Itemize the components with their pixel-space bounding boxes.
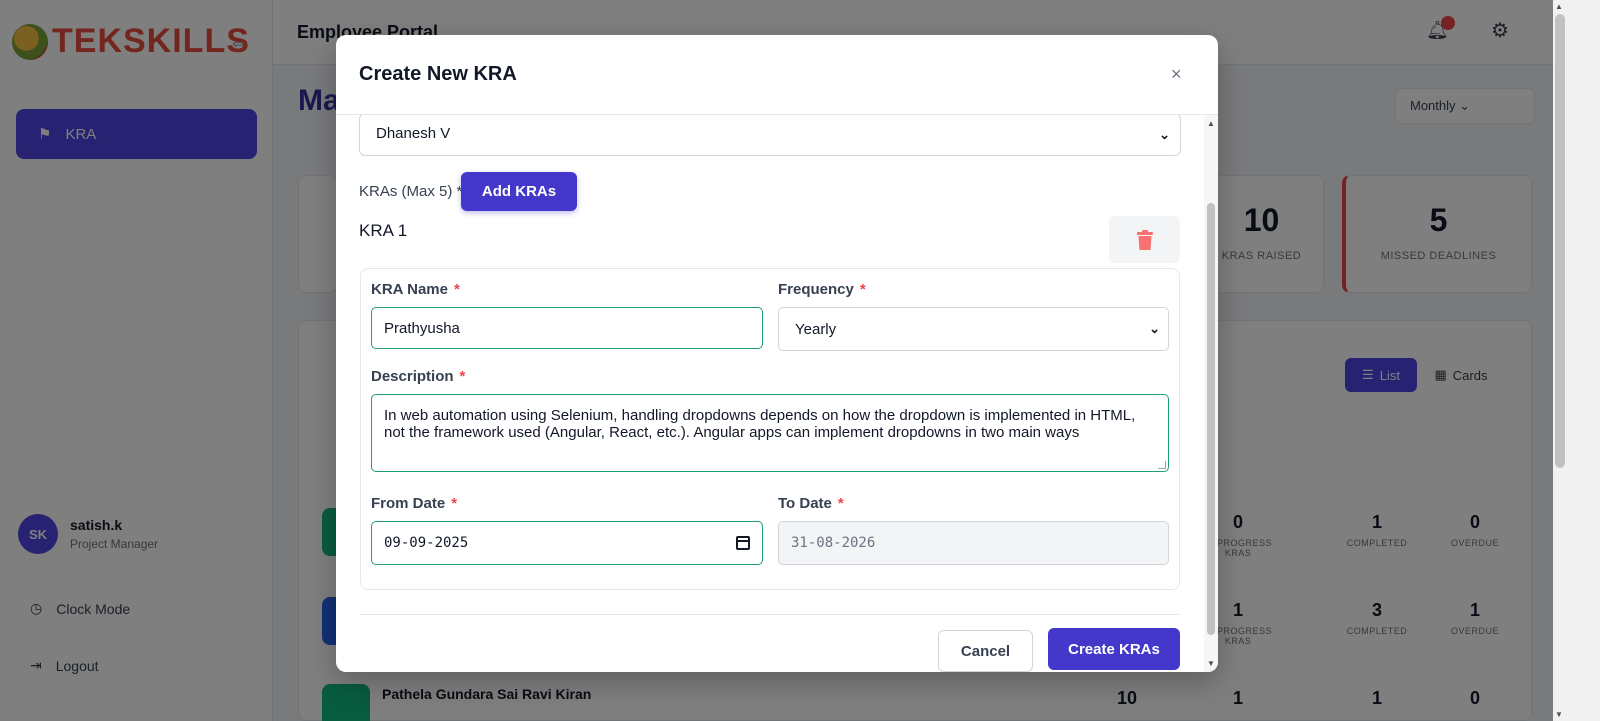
create-kras-button[interactable]: Create KRAs bbox=[1048, 628, 1180, 670]
footer-divider bbox=[359, 614, 1180, 615]
modal-header: Create New KRA × bbox=[336, 35, 1218, 115]
chevron-down-icon: ⌄ bbox=[1159, 127, 1170, 142]
add-kras-button[interactable]: Add KRAs bbox=[461, 172, 577, 211]
description-textarea[interactable]: In web automation using Selenium, handli… bbox=[371, 394, 1169, 472]
description-text: In web automation using Selenium, handli… bbox=[384, 407, 1136, 441]
to-date-label: To Date * bbox=[778, 495, 844, 512]
employee-select[interactable]: Dhanesh V ⌄ bbox=[359, 115, 1181, 156]
scroll-up-arrow-icon[interactable]: ▲ bbox=[1555, 2, 1563, 11]
close-icon[interactable]: × bbox=[1171, 65, 1182, 83]
from-date-value: 09-09-2025 bbox=[384, 535, 469, 551]
kra-card: KRA Name * Prathyusha Frequency * Yearly ⌄… bbox=[360, 268, 1180, 590]
frequency-label: Frequency * bbox=[778, 281, 866, 298]
from-date-label: From Date * bbox=[371, 495, 458, 512]
create-kra-modal: Create New KRA × Dhanesh V ⌄ KRAs (Max 5… bbox=[336, 35, 1218, 672]
from-date-input[interactable]: 09-09-2025 bbox=[371, 521, 763, 565]
scroll-down-arrow-icon[interactable]: ▼ bbox=[1207, 659, 1215, 668]
kras-max-label: KRAs (Max 5) * bbox=[359, 183, 463, 200]
to-date-input: 31-08-2026 bbox=[778, 521, 1169, 565]
calendar-icon[interactable] bbox=[736, 536, 750, 550]
kra-name-input[interactable]: Prathyusha bbox=[371, 307, 763, 349]
kra-heading: KRA 1 bbox=[359, 221, 408, 240]
page-scrollbar-thumb[interactable] bbox=[1555, 14, 1565, 468]
delete-kra-button[interactable] bbox=[1109, 216, 1180, 263]
modal-title: Create New KRA bbox=[359, 63, 517, 85]
modal-scrollbar[interactable]: ▲ ▼ bbox=[1204, 115, 1218, 672]
modal-scrollbar-thumb[interactable] bbox=[1207, 203, 1215, 635]
trash-icon bbox=[1136, 229, 1153, 250]
kra-name-label: KRA Name * bbox=[371, 281, 460, 298]
resize-handle-icon[interactable] bbox=[1158, 461, 1166, 469]
employee-select-value: Dhanesh V bbox=[376, 125, 451, 142]
frequency-select-value: Yearly bbox=[795, 321, 837, 338]
modal-body: Dhanesh V ⌄ KRAs (Max 5) * Add KRAs KRA … bbox=[336, 115, 1204, 672]
scroll-down-arrow-icon[interactable]: ▼ bbox=[1555, 710, 1563, 719]
frequency-select[interactable]: Yearly ⌄ bbox=[778, 307, 1169, 351]
cancel-button[interactable]: Cancel bbox=[938, 630, 1033, 672]
description-label: Description * bbox=[371, 368, 466, 385]
scroll-up-arrow-icon[interactable]: ▲ bbox=[1207, 119, 1215, 128]
chevron-down-icon: ⌄ bbox=[1149, 321, 1160, 336]
